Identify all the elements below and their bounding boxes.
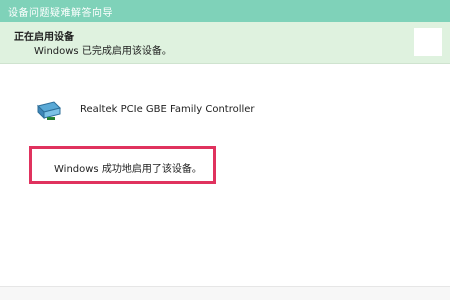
footer-area	[0, 286, 450, 300]
header-band: 正在启用设备 Windows 已完成启用该设备。	[0, 22, 450, 64]
content-area: Realtek PCIe GBE Family Controller Windo…	[0, 64, 450, 300]
title-bar[interactable]: 设备问题疑难解答向导	[0, 0, 450, 22]
result-highlight-box: Windows 成功地启用了该设备。	[29, 146, 216, 184]
result-message: Windows 成功地启用了该设备。	[54, 164, 202, 175]
window-title: 设备问题疑难解答向导	[8, 8, 113, 19]
page-heading: 正在启用设备	[14, 32, 74, 43]
device-name: Realtek PCIe GBE Family Controller	[80, 104, 255, 115]
troubleshooter-window: 设备问题疑难解答向导 正在启用设备 Windows 已完成启用该设备。 Real…	[0, 0, 450, 300]
header-icon-placeholder	[414, 28, 442, 56]
page-subheading: Windows 已完成启用该设备。	[34, 46, 172, 57]
device-row: Realtek PCIe GBE Family Controller	[36, 100, 336, 122]
network-adapter-icon	[36, 100, 62, 122]
